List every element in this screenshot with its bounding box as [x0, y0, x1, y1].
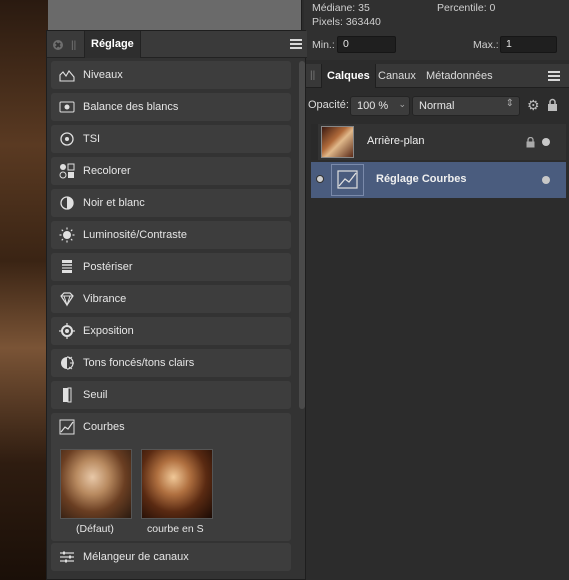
panel-title[interactable]: Réglage: [84, 31, 141, 58]
adjustment-label: Exposition: [83, 325, 134, 337]
shadows-highlights-icon: [61, 356, 74, 370]
curves-layer-thumbnail: [331, 164, 364, 196]
adjustment-label: Noir et blanc: [83, 197, 145, 209]
layer-row-curves[interactable]: Réglage Courbes: [311, 162, 566, 198]
blend-mode-value: Normal: [419, 100, 455, 112]
adjustment-item[interactable]: Balance des blancs: [51, 93, 291, 121]
visibility-dot[interactable]: [542, 138, 550, 146]
min-label: Min.:: [312, 39, 335, 51]
layer-expander[interactable]: [311, 124, 318, 160]
close-icon[interactable]: [53, 40, 63, 50]
vibrance-icon: [60, 292, 74, 307]
opacity-field[interactable]: 100 % ⌄: [350, 96, 410, 116]
adjustment-label: Vibrance: [83, 293, 127, 305]
max-label: Max.:: [473, 39, 499, 51]
opacity-value: 100 %: [357, 100, 389, 112]
channel-mixer-icon: [60, 551, 74, 563]
black-white-icon: [60, 196, 74, 210]
chevron-down-icon: ⌄: [398, 99, 406, 109]
layer-name: Réglage Courbes: [376, 173, 467, 185]
levels-icon: [59, 70, 75, 82]
adjustment-label: Postériser: [83, 261, 133, 273]
adjustment-item[interactable]: Seuil: [51, 381, 291, 409]
updown-chevron-icon: ⇕: [505, 98, 514, 109]
tab-canaux[interactable]: Canaux: [373, 64, 421, 88]
adjustment-item[interactable]: Tons foncés/tons clairs: [51, 349, 291, 377]
scrollbar[interactable]: [299, 61, 305, 409]
panel-menu-icon[interactable]: [290, 39, 302, 51]
min-field[interactable]: 0: [337, 36, 396, 53]
recolor-icon: [59, 163, 75, 179]
blend-mode-select[interactable]: Normal ⇕: [412, 96, 520, 116]
adjustment-label: TSI: [83, 133, 101, 145]
percentile-label: Percentile: 0: [437, 2, 496, 14]
lock-icon[interactable]: [547, 98, 558, 112]
adjustment-label: Seuil: [83, 389, 108, 401]
layer-thumbnail: [321, 126, 354, 158]
tab-calques[interactable]: Calques: [321, 64, 376, 88]
preset-label: (Défaut): [76, 523, 114, 535]
adjustment-item[interactable]: Recolorer: [51, 157, 291, 185]
adjustment-item[interactable]: Luminosité/Contraste: [51, 221, 291, 249]
threshold-icon: [63, 387, 72, 403]
curves-section[interactable]: Courbes (Défaut) courbe en S: [51, 413, 291, 541]
drag-handle-icon[interactable]: ||: [310, 70, 315, 81]
curves-label: Courbes: [83, 421, 125, 433]
pixels-label: Pixels: 363440: [312, 16, 381, 28]
brightness-icon: [59, 227, 75, 243]
layers-menu-icon[interactable]: [548, 71, 560, 83]
adjustment-label: Balance des blancs: [83, 101, 179, 113]
hsl-icon: [60, 132, 74, 146]
exposure-icon: [59, 323, 75, 339]
workspace-top-strip: [48, 0, 304, 30]
adjustment-item[interactable]: Niveaux: [51, 61, 291, 89]
adjustment-label: Luminosité/Contraste: [83, 229, 187, 241]
adjustment-label: Niveaux: [83, 69, 123, 81]
adjustment-label: Recolorer: [83, 165, 131, 177]
adjustment-label: Mélangeur de canaux: [83, 551, 189, 563]
median-label: Médiane: 35: [312, 2, 370, 14]
adjustment-panel: || Réglage Niveaux Balance des blancs TS…: [46, 30, 307, 580]
visibility-dot[interactable]: [542, 176, 550, 184]
mask-toggle-icon[interactable]: [316, 175, 324, 183]
histogram-info-panel: Médiane: 35 Percentile: 0 Pixels: 363440…: [304, 0, 569, 60]
adjustment-item[interactable]: Noir et blanc: [51, 189, 291, 217]
adjustment-item[interactable]: Mélangeur de canaux: [51, 543, 291, 571]
tab-metadonnees[interactable]: Métadonnées: [421, 64, 498, 88]
posterize-icon: [62, 260, 72, 273]
max-field[interactable]: 1: [500, 36, 557, 53]
layers-tab-bar: || Calques Canaux Métadonnées: [304, 64, 569, 88]
preset-thumbnail-s-curve[interactable]: [141, 449, 213, 519]
adjustment-panel-header: || Réglage: [47, 31, 307, 58]
preset-label: courbe en S: [147, 523, 204, 535]
adjustment-item[interactable]: Vibrance: [51, 285, 291, 313]
white-balance-icon: [59, 101, 75, 113]
adjustment-item[interactable]: Postériser: [51, 253, 291, 281]
adjustment-item[interactable]: TSI: [51, 125, 291, 153]
adjustment-label: Tons foncés/tons clairs: [83, 357, 195, 369]
opacity-row: Opacité: 100 % ⌄ Normal ⇕ ⚙: [304, 94, 569, 118]
background-photo: [0, 0, 48, 580]
opacity-label: Opacité:: [308, 99, 349, 111]
adjustment-item[interactable]: Exposition: [51, 317, 291, 345]
drag-handle-icon[interactable]: ||: [71, 40, 76, 51]
preset-thumbnail-default[interactable]: [60, 449, 132, 519]
curves-icon: [59, 419, 75, 435]
lock-icon[interactable]: [526, 137, 535, 148]
layer-row-background[interactable]: Arrière-plan: [311, 124, 566, 160]
layer-name: Arrière-plan: [367, 135, 425, 147]
gear-icon[interactable]: ⚙: [527, 97, 540, 114]
